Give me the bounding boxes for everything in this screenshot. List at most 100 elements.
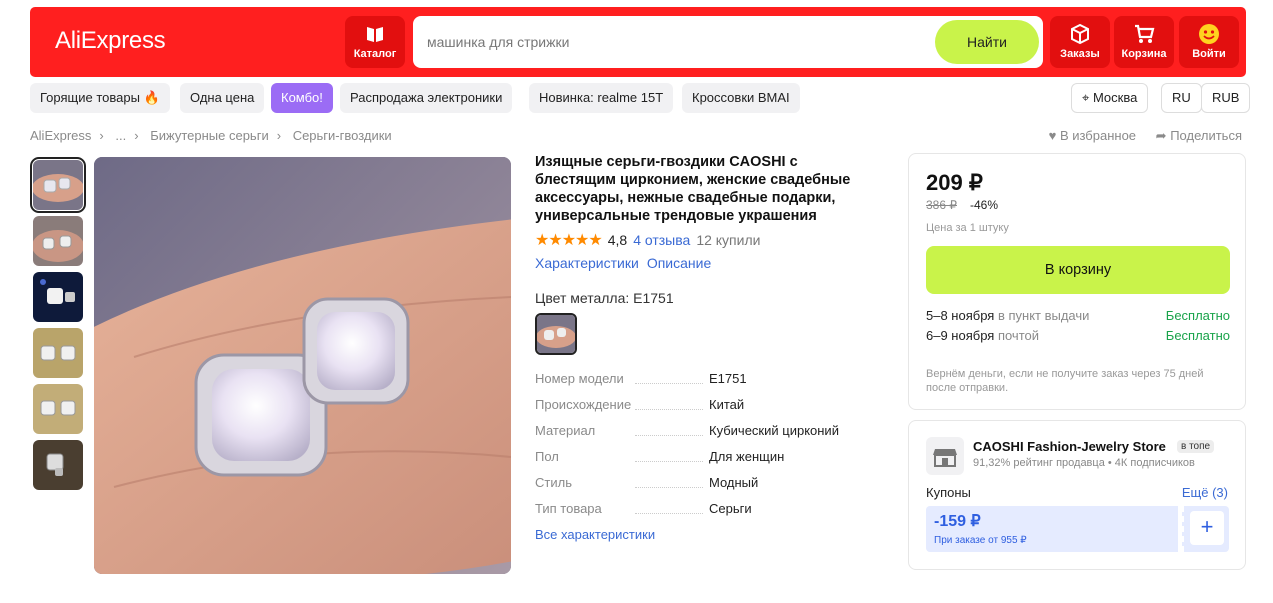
discount-badge: -46%	[970, 198, 999, 212]
coupon-condition: При заказе от 955 ₽	[934, 535, 1027, 546]
product-thumbnail[interactable]	[33, 216, 83, 266]
spec-key: Происхождение	[535, 397, 636, 412]
store-icon[interactable]	[926, 437, 964, 475]
delivery-method: почтой	[997, 328, 1040, 343]
spec-row: Тип товара Серьги	[535, 501, 865, 519]
breadcrumb-ellipsis[interactable]: ...	[115, 128, 126, 143]
add-coupon-button[interactable]: +	[1190, 511, 1224, 545]
delivery-method: в пункт выдачи	[997, 308, 1090, 323]
all-specs-link[interactable]: Все характеристики	[535, 527, 655, 542]
earring-photo	[33, 272, 83, 322]
coupon: -159 ₽ При заказе от 955 ₽	[926, 506, 1178, 552]
variant-swatch[interactable]	[535, 313, 577, 355]
cart-header-button[interactable]: Корзина	[1114, 16, 1174, 68]
search-input[interactable]	[427, 30, 907, 54]
product-thumbnail[interactable]	[33, 440, 83, 490]
product-thumbnail[interactable]	[30, 157, 86, 213]
catalog-button[interactable]: Каталог	[345, 16, 405, 68]
earring-photo	[33, 160, 83, 210]
search-button[interactable]: Найти	[935, 20, 1039, 64]
coupons-label: Купоны	[926, 485, 971, 500]
coupon-add-area: +	[1182, 506, 1229, 552]
top-store-badge: в топе	[1177, 440, 1215, 453]
product-main-image[interactable]	[94, 157, 511, 574]
rating-row: ★★★★★ 4,8 4 отзыва 12 купили	[535, 230, 760, 250]
search-bar: Найти	[413, 16, 1043, 68]
tab-description[interactable]: Описание	[647, 255, 711, 271]
old-price: 386 ₽	[926, 198, 957, 212]
share-button[interactable]: ➦ Поделиться	[1156, 128, 1242, 143]
chip-sneakers[interactable]: Кроссовки BMAI	[682, 83, 800, 113]
delivery-option: 6–9 ноября почтой Бесплатно	[926, 328, 1230, 343]
chip-combo[interactable]: Комбо!	[271, 83, 333, 113]
language-selector[interactable]: RU	[1161, 83, 1202, 113]
spec-value: E1751	[709, 371, 747, 386]
spec-value: Серьги	[709, 501, 752, 516]
favorite-label: В избранное	[1059, 128, 1137, 143]
price-card: 209 ₽ 386 ₽ -46% Цена за 1 штуку В корзи…	[908, 153, 1246, 410]
location-selector[interactable]: ⌖ Москва	[1071, 83, 1149, 113]
product-thumbnail[interactable]	[33, 272, 83, 322]
earring-photo	[33, 440, 83, 490]
spec-value: Для женщин	[709, 449, 785, 464]
product-actions: ♥ В избранное ➦ Поделиться	[1033, 128, 1242, 144]
spec-key: Пол	[535, 449, 563, 464]
delivery-date: 5–8 ноября	[926, 308, 995, 323]
orders-label: Заказы	[1060, 48, 1100, 60]
spec-row: Происхождение Китай	[535, 397, 865, 415]
product-tabs: Характеристики Описание	[535, 255, 711, 271]
breadcrumb-category[interactable]: Бижутерные серьги	[150, 128, 269, 143]
refund-note: Вернём деньги, если не получите заказ че…	[926, 368, 1204, 394]
breadcrumb-subcategory[interactable]: Серьги-гвоздики	[293, 128, 392, 143]
spec-key: Номер модели	[535, 371, 628, 386]
product-thumbnail[interactable]	[33, 328, 83, 378]
spec-key: Тип товара	[535, 501, 606, 516]
metal-color-label: Цвет металла: E1751	[535, 290, 674, 306]
earring-photo	[33, 328, 83, 378]
delivery-option: 5–8 ноября в пункт выдачи Бесплатно	[926, 308, 1230, 323]
spec-value: Кубический цирконий	[709, 423, 839, 438]
earring-photo	[94, 157, 511, 574]
spec-value: Китай	[709, 397, 745, 412]
top-header: AliExpress Каталог Найти Заказы Корзина …	[30, 7, 1246, 77]
spec-value: Модный	[709, 475, 759, 490]
product-thumbnail[interactable]	[33, 384, 83, 434]
bought-count: 12 купили	[696, 232, 761, 248]
chip-hot-deals[interactable]: Горящие товары 🔥	[30, 83, 170, 113]
share-icon: ➦	[1155, 128, 1167, 143]
catalog-icon	[367, 27, 383, 42]
spec-key: Стиль	[535, 475, 576, 490]
login-button[interactable]: Войти	[1179, 16, 1239, 68]
login-label: Войти	[1192, 48, 1226, 60]
spec-row: Материал Кубический цирконий	[535, 423, 865, 441]
more-coupons-link[interactable]: Ещё (3)	[1182, 485, 1228, 500]
orders-button[interactable]: Заказы	[1050, 16, 1110, 68]
store-card: CAOSHI Fashion-Jewelry Store в топе 91,3…	[908, 420, 1246, 570]
chip-realme[interactable]: Новинка: realme 15T	[529, 83, 674, 113]
location-pin-icon: ⌖	[1082, 90, 1090, 105]
star-rating-icon: ★★★★★	[535, 232, 603, 249]
chevron-right-icon: ›	[99, 128, 104, 143]
chevron-right-icon: ›	[276, 128, 282, 143]
aliexpress-logo[interactable]: AliExpress	[55, 27, 166, 55]
catalog-label: Каталог	[353, 48, 397, 60]
current-price: 209 ₽	[926, 170, 983, 195]
delivery-cost: Бесплатно	[1165, 308, 1230, 323]
spec-row: Пол Для женщин	[535, 449, 865, 467]
spec-key: Материал	[535, 423, 600, 438]
store-name[interactable]: CAOSHI Fashion-Jewelry Store	[973, 439, 1166, 454]
reviews-link[interactable]: 4 отзыва	[633, 232, 690, 248]
chip-electronics-sale[interactable]: Распродажа электроники	[340, 83, 513, 113]
store-rating: 91,32% рейтинг продавца • 4К подписчиков	[973, 457, 1195, 469]
favorite-button[interactable]: ♥ В избранное	[1049, 128, 1136, 143]
add-to-cart-button[interactable]: В корзину	[926, 246, 1230, 294]
chip-one-price[interactable]: Одна цена	[180, 83, 265, 113]
unit-price-note: Цена за 1 штуку	[926, 222, 1009, 234]
tab-specs[interactable]: Характеристики	[535, 255, 639, 271]
breadcrumb: AliExpress › ... › Бижутерные серьги › Серь…	[30, 128, 392, 143]
city-label: Москва	[1092, 90, 1138, 105]
currency-selector[interactable]: RUB	[1201, 83, 1251, 113]
breadcrumb-home[interactable]: AliExpress	[30, 128, 91, 143]
rating-value: 4,8	[607, 232, 628, 248]
cart-icon	[1135, 24, 1155, 43]
